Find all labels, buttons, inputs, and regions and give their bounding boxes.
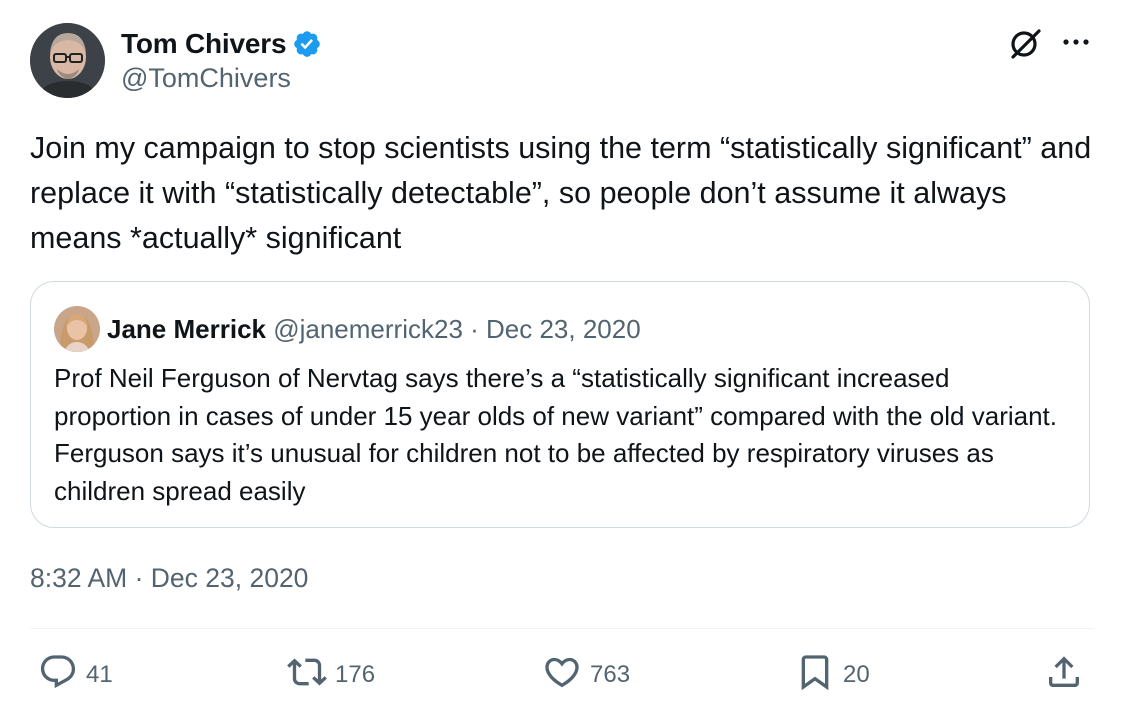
- quoted-handle-date: @janemerrick23 · Dec 23, 2020: [273, 314, 641, 344]
- tweet-timestamp[interactable]: 8:32 AM · Dec 23, 2020: [30, 563, 308, 594]
- quoted-text: Prof Neil Ferguson of Nervtag says there…: [54, 363, 1057, 506]
- grok-icon[interactable]: [1006, 24, 1046, 64]
- reply-icon: [38, 652, 78, 699]
- quoted-author-avatar: [54, 306, 100, 352]
- more-icon[interactable]: [1058, 24, 1094, 60]
- bookmark-count: 20: [843, 661, 870, 688]
- share-button[interactable]: [1044, 652, 1084, 698]
- tweet: Tom Chivers @TomChivers Join my campaign…: [0, 0, 1123, 711]
- retweet-count: 176: [335, 661, 376, 688]
- tweet-text: Join my campaign to stop scientists usin…: [30, 131, 1100, 255]
- author-name[interactable]: Tom Chivers: [121, 28, 287, 60]
- divider: [30, 628, 1093, 629]
- share-icon: [1044, 652, 1084, 699]
- bookmark-icon: [795, 652, 835, 699]
- author-handle[interactable]: @TomChivers: [121, 63, 291, 94]
- reply-button[interactable]: 41: [38, 652, 113, 698]
- quoted-author-name: Jane Merrick: [107, 314, 266, 344]
- retweet-icon: [287, 652, 327, 699]
- bookmark-button[interactable]: 20: [795, 652, 870, 698]
- like-button[interactable]: 763: [542, 652, 630, 698]
- heart-icon: [542, 652, 582, 699]
- retweet-button[interactable]: 176: [287, 652, 375, 698]
- quoted-header: Jane Merrick @janemerrick23 · Dec 23, 20…: [107, 312, 641, 346]
- verified-badge-icon[interactable]: [292, 29, 322, 59]
- like-count: 763: [590, 661, 631, 688]
- quoted-tweet[interactable]: Jane Merrick @janemerrick23 · Dec 23, 20…: [30, 281, 1090, 528]
- author-name-row: Tom Chivers: [121, 26, 322, 62]
- reply-count: 41: [86, 661, 113, 688]
- author-avatar[interactable]: [30, 23, 105, 98]
